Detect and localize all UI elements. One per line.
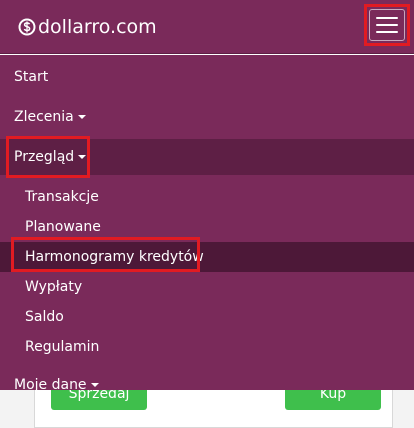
nav-menu: Start Zlecenia Przegląd Transakcje Plano…	[0, 55, 414, 390]
submenu-item-label: Saldo	[25, 309, 64, 325]
przeglad-highlight	[6, 136, 90, 178]
dollar-circle-icon	[18, 18, 36, 36]
sell-button[interactable]: Sprzedaj	[51, 387, 147, 410]
page-content: Sprzedaj Kup	[0, 387, 414, 428]
menu-item-start[interactable]: Start	[0, 62, 414, 92]
submenu-item-regulamin[interactable]: Regulamin	[0, 332, 414, 362]
hamburger-bar	[376, 31, 398, 33]
trade-card: Sprzedaj Kup	[34, 387, 393, 428]
hamburger-menu-button[interactable]	[369, 9, 405, 41]
menu-item-label: Zlecenia	[14, 109, 74, 125]
submenu-item-wyplaty[interactable]: Wypłaty	[0, 272, 414, 302]
buy-button[interactable]: Kup	[285, 387, 381, 410]
menu-item-zlecenia[interactable]: Zlecenia	[0, 102, 414, 132]
submenu-item-label: Planowane	[25, 219, 101, 235]
hamburger-bar	[376, 24, 398, 26]
menu-item-label: Start	[14, 69, 49, 85]
brand-name: dollarro.com	[38, 16, 157, 38]
submenu-item-label: Regulamin	[25, 339, 100, 355]
submenu-item-transakcje[interactable]: Transakcje	[0, 182, 414, 212]
submenu-item-label: Transakcje	[25, 189, 99, 205]
caret-down-icon	[77, 115, 86, 119]
menu-item-moje-dane[interactable]: Moje dane	[0, 372, 414, 390]
submenu-item-saldo[interactable]: Saldo	[0, 302, 414, 332]
submenu-item-label: Wypłaty	[25, 279, 83, 295]
caret-down-icon	[90, 383, 99, 387]
top-navbar: dollarro.com	[0, 0, 414, 54]
harmonogramy-highlight	[11, 237, 200, 272]
hamburger-menu-icon	[376, 17, 398, 19]
brand-logo[interactable]: dollarro.com	[18, 15, 157, 39]
menu-item-label: Moje dane	[14, 377, 87, 390]
menu-toggle-highlight	[364, 4, 410, 46]
